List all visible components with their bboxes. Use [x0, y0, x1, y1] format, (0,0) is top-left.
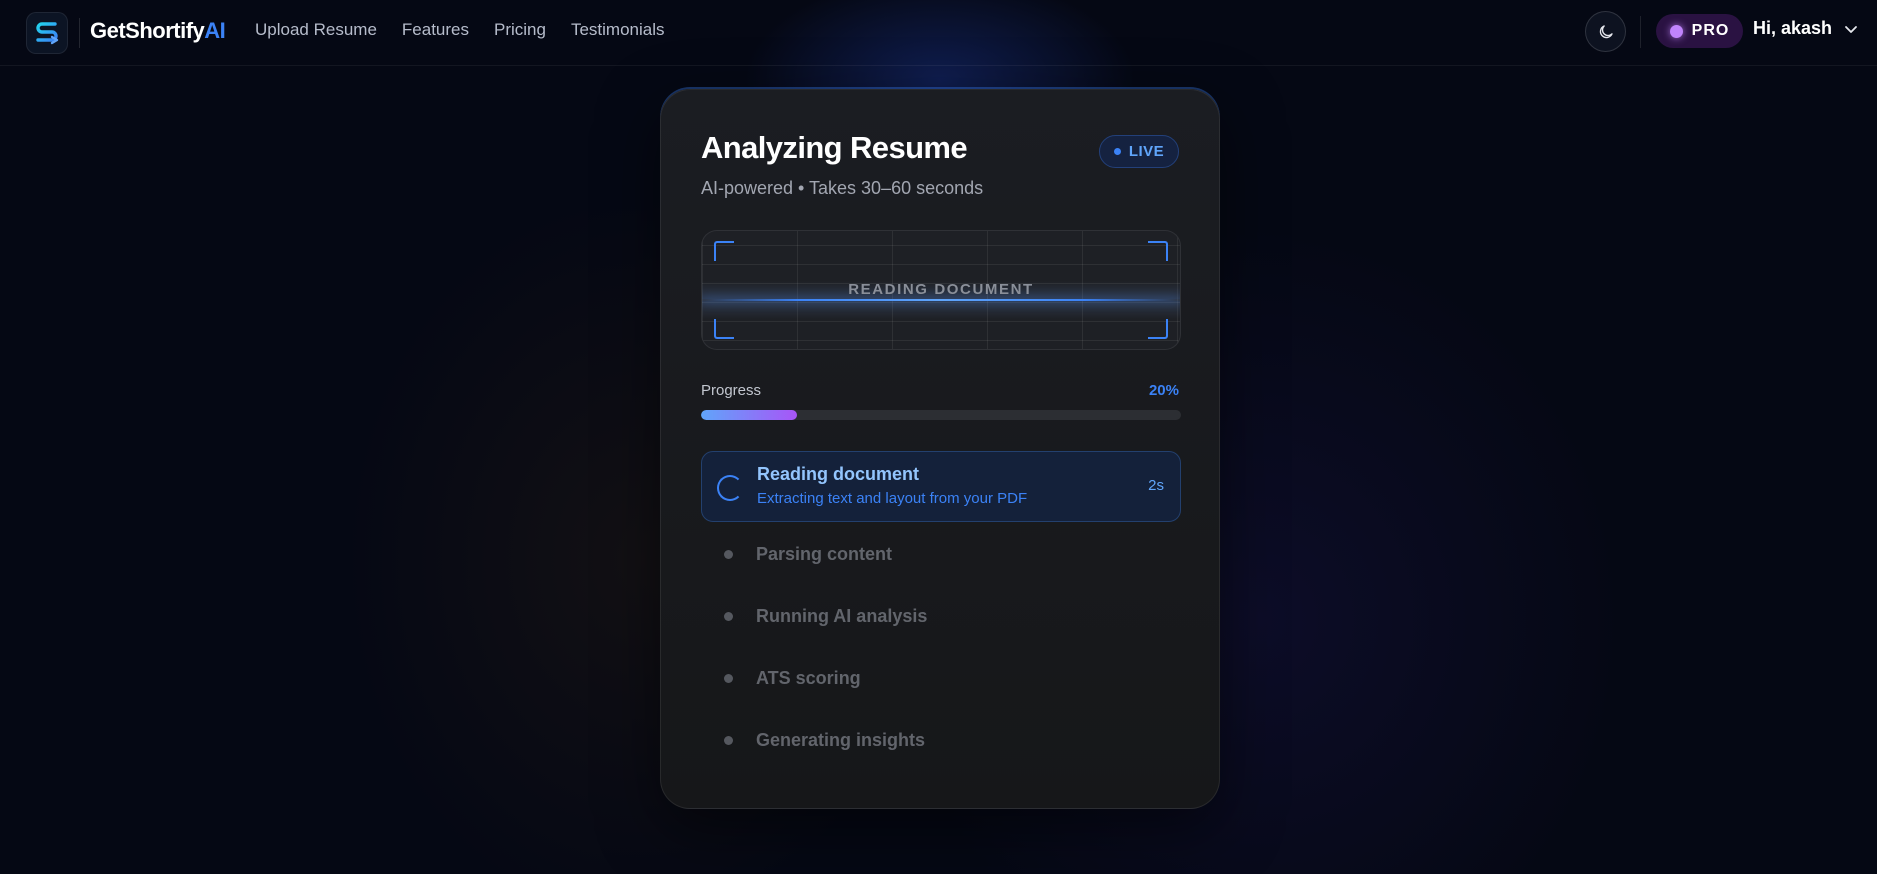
theme-toggle-button[interactable] [1585, 11, 1626, 52]
progress-bar-fill [701, 410, 797, 420]
corner-bracket-icon [1148, 319, 1168, 339]
document-scanner: READING DOCUMENT [701, 230, 1181, 350]
user-menu-button[interactable]: Hi, akash [1753, 18, 1858, 39]
step-dot-icon [724, 735, 733, 745]
progress-bar [701, 410, 1181, 420]
step-label: Running AI analysis [756, 605, 928, 626]
nav-links: Upload Resume Features Pricing Testimoni… [255, 20, 665, 40]
step-active-description: Extracting text and layout from your PDF [757, 490, 1028, 507]
corner-bracket-icon [714, 319, 734, 339]
nav-divider [1640, 16, 1641, 48]
step-dot-icon [724, 611, 733, 621]
top-nav: GetShortifyAI Upload Resume Features Pri… [0, 0, 1877, 66]
moon-icon [1599, 24, 1613, 38]
step-pending: Running AI analysis [701, 601, 1181, 631]
step-dot-icon [724, 673, 733, 683]
step-dot-icon [724, 549, 733, 559]
live-badge-label: LIVE [1128, 143, 1165, 160]
card-title: Analyzing Resume [701, 130, 968, 165]
nav-link-upload-resume[interactable]: Upload Resume [255, 20, 377, 40]
nav-link-features[interactable]: Features [402, 20, 469, 40]
corner-bracket-icon [1148, 241, 1168, 261]
logo-icon[interactable] [26, 12, 68, 54]
progress-percent: 20% [1148, 382, 1179, 399]
analysis-card: Analyzing Resume AI-powered • Takes 30–6… [660, 89, 1220, 809]
pro-dot-icon [1669, 24, 1683, 38]
step-pending: Parsing content [701, 539, 1181, 569]
brand-name[interactable]: GetShortifyAI [90, 18, 226, 44]
step-label: ATS scoring [756, 667, 861, 688]
step-active-title: Reading document [757, 464, 920, 484]
scanner-label: READING DOCUMENT [848, 281, 1034, 298]
step-label: Parsing content [756, 543, 893, 564]
step-pending: Generating insights [701, 725, 1181, 755]
logo-divider [79, 18, 80, 48]
card-subtitle: AI-powered • Takes 30–60 seconds [701, 178, 984, 198]
step-active-elapsed: 2s [1148, 477, 1164, 494]
scan-line [702, 299, 1180, 301]
brand-name-accent: AI [204, 18, 226, 43]
step-active: Reading document Extracting text and lay… [701, 451, 1181, 522]
spinner-icon [717, 475, 743, 501]
user-greeting: Hi, akash [1753, 18, 1833, 38]
pro-badge-label: PRO [1691, 22, 1730, 39]
chevron-down-icon [1845, 25, 1857, 33]
live-badge: LIVE [1099, 135, 1179, 168]
brand-name-text: GetShortify [90, 18, 205, 43]
live-dot-icon [1113, 148, 1121, 155]
corner-bracket-icon [714, 241, 734, 261]
progress-label: Progress [701, 382, 762, 399]
nav-link-testimonials[interactable]: Testimonials [571, 20, 665, 40]
step-label: Generating insights [756, 729, 926, 750]
nav-link-pricing[interactable]: Pricing [494, 20, 546, 40]
step-pending: ATS scoring [701, 663, 1181, 693]
page: GetShortifyAI Upload Resume Features Pri… [0, 0, 1877, 874]
pro-plan-badge[interactable]: PRO [1656, 14, 1743, 48]
